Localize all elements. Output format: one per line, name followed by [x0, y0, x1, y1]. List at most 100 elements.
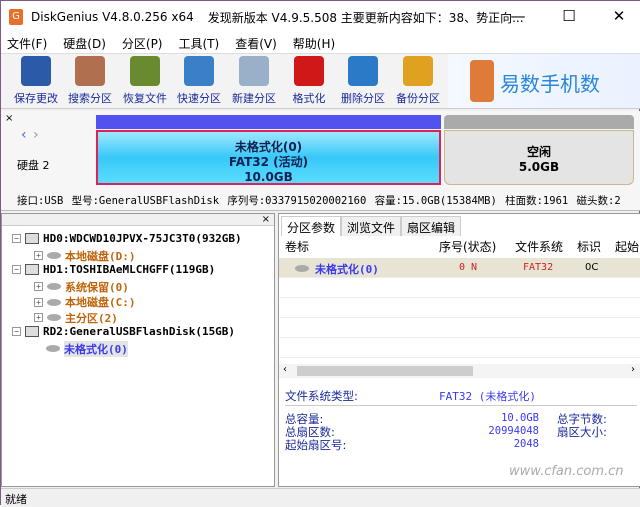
- column-header[interactable]: 序号(状态): [439, 238, 496, 255]
- tree-label: HD0:WDCWD10JPVX-75JC3T0(932GB): [43, 232, 242, 245]
- tab[interactable]: 浏览文件: [341, 216, 402, 236]
- toolbar-button[interactable]: 恢复文件: [118, 56, 172, 106]
- column-header[interactable]: 文件系统: [515, 238, 563, 255]
- partition-name: 未格式化(0): [234, 140, 303, 154]
- collapse-icon[interactable]: −: [12, 265, 21, 274]
- partition-size: 10.0GB: [244, 170, 293, 184]
- close-tree-icon[interactable]: ×: [262, 214, 270, 225]
- disk-tree: × − HD0:WDCWD10JPVX-75JC3T0(932GB) + 本地磁盘(D…: [1, 213, 275, 487]
- expand-icon[interactable]: +: [34, 251, 43, 260]
- close-button[interactable]: ✕: [604, 7, 634, 25]
- disk-label: 硬盘 2: [17, 159, 50, 172]
- tree-header: ×: [2, 214, 274, 226]
- collapse-icon[interactable]: −: [12, 327, 21, 336]
- tree-label: 主分区(2): [65, 311, 118, 325]
- close-panel-icon[interactable]: ×: [5, 113, 13, 124]
- sector-size-label: 扇区大小:: [557, 425, 607, 439]
- toolbar-button[interactable]: 格式化: [282, 56, 336, 106]
- column-header[interactable]: 起始: [615, 238, 639, 255]
- tab[interactable]: 分区参数: [281, 216, 342, 236]
- prev-disk-icon[interactable]: ‹: [21, 127, 27, 143]
- toolbar-label: 格式化: [292, 92, 326, 105]
- volume-icon: [47, 314, 61, 321]
- menu-bar: 文件(F) 硬盘(D) 分区(P) 工具(T) 查看(V) 帮助(H): [1, 33, 640, 53]
- tree-label: 本地磁盘(D:): [65, 249, 136, 263]
- tree-label: 未格式化(0): [64, 340, 128, 357]
- toolbar-label: 恢复文件: [123, 92, 167, 105]
- tree-label: RD2:GeneralUSBFlashDisk(15GB): [43, 325, 236, 338]
- new-partition-icon: [239, 56, 269, 86]
- tree-volume[interactable]: + 系统保留(0): [34, 279, 129, 295]
- toolbar-button[interactable]: 新建分区: [227, 56, 281, 106]
- tree-label: HD1:TOSHIBAeMLCHGFF(119GB): [43, 263, 216, 276]
- next-disk-icon[interactable]: ›: [33, 127, 39, 143]
- backup-icon: [403, 56, 433, 86]
- fs-type-label: 文件系统类型:: [285, 389, 358, 403]
- horizontal-scrollbar[interactable]: ‹ ›: [279, 364, 640, 378]
- tree-volume[interactable]: + 主分区(2): [34, 310, 118, 326]
- cell-id: 0C: [585, 262, 599, 273]
- menu-item[interactable]: 查看(V): [235, 35, 277, 52]
- menu-item[interactable]: 分区(P): [122, 35, 163, 52]
- column-header[interactable]: 标识: [577, 238, 601, 255]
- ad-banner[interactable]: 易数手机数: [448, 54, 640, 108]
- toolbar-label: 备份分区: [396, 92, 440, 105]
- tree-disk[interactable]: − HD1:TOSHIBAeMLCHGFF(119GB): [12, 263, 215, 276]
- banner-text: 易数手机数: [500, 72, 600, 96]
- partition-fs: FAT32 (活动): [228, 155, 309, 169]
- scroll-left-icon[interactable]: ‹: [283, 364, 287, 375]
- toolbar-label: 新建分区: [232, 92, 276, 105]
- collapse-icon[interactable]: −: [12, 234, 21, 243]
- tree-disk[interactable]: − HD0:WDCWD10JPVX-75JC3T0(932GB): [12, 232, 242, 245]
- total-sectors-value: 20994048: [488, 425, 539, 437]
- title-bar: G DiskGenius V4.8.0.256 x64 发现新版本 V4.9.5…: [1, 1, 640, 33]
- disk-info: 接口:USB 型号:GeneralUSBFlashDisk 序列号:033791…: [17, 195, 621, 207]
- toolbar-button[interactable]: 搜索分区: [63, 56, 117, 106]
- menu-item[interactable]: 工具(T): [179, 35, 220, 52]
- status-bar: 就绪: [1, 488, 640, 506]
- volume-icon: [295, 265, 309, 272]
- volume-icon: [47, 252, 61, 259]
- cell-label: 未格式化(0): [315, 263, 379, 276]
- status-text: 就绪: [5, 493, 27, 506]
- tree-disk[interactable]: − RD2:GeneralUSBFlashDisk(15GB): [12, 325, 235, 338]
- disk-map-panel: × ‹ › 硬盘 2 未格式化(0) FAT32 (活动) 10.0GB 空闲 …: [1, 111, 640, 211]
- toolbar-label: 快速分区: [177, 92, 221, 105]
- toolbar-button[interactable]: 快速分区: [172, 56, 226, 106]
- cell-fs: FAT32: [523, 262, 554, 273]
- scroll-right-icon[interactable]: ›: [631, 364, 635, 375]
- minimize-button[interactable]: —: [503, 7, 533, 25]
- format-icon: [294, 56, 324, 86]
- save-icon: [21, 56, 51, 86]
- start-sector-value: 2048: [513, 438, 539, 450]
- toolbar-label: 保存更改: [14, 92, 58, 105]
- tree-volume[interactable]: + 本地磁盘(D:): [34, 248, 136, 264]
- hard-disk-icon: [25, 264, 39, 275]
- delete-icon: [348, 56, 378, 86]
- partition-block-unformatted[interactable]: 未格式化(0) FAT32 (活动) 10.0GB: [96, 130, 441, 185]
- column-header[interactable]: 卷标: [285, 238, 309, 255]
- menu-item[interactable]: 硬盘(D): [63, 35, 106, 52]
- tab[interactable]: 扇区编辑: [401, 216, 462, 236]
- toolbar-button[interactable]: 备份分区: [391, 56, 445, 106]
- recover-icon: [130, 56, 160, 86]
- menu-item[interactable]: 文件(F): [7, 35, 47, 52]
- free-space-block[interactable]: 空闲 5.0GB: [444, 130, 634, 185]
- empty-row: [279, 278, 640, 298]
- table-row[interactable]: 未格式化(0) 0 N FAT32 0C: [279, 258, 640, 278]
- volume-icon: [47, 283, 61, 290]
- expand-icon[interactable]: +: [34, 297, 43, 307]
- empty-row: [279, 298, 640, 318]
- tree-volume[interactable]: + 本地磁盘(C:): [34, 294, 136, 310]
- toolbar-button[interactable]: 删除分区: [336, 56, 390, 106]
- toolbar-label: 删除分区: [341, 92, 385, 105]
- tree-volume[interactable]: 未格式化(0): [46, 340, 128, 357]
- scrollbar-thumb[interactable]: [297, 366, 473, 376]
- volume-icon: [46, 345, 60, 352]
- expand-icon[interactable]: +: [34, 282, 43, 291]
- toolbar-button[interactable]: 保存更改: [9, 56, 63, 106]
- update-notice[interactable]: 发现新版本 V4.9.5.508 主要更新内容如下：38、势正向...: [208, 9, 524, 26]
- expand-icon[interactable]: +: [34, 313, 43, 322]
- menu-item[interactable]: 帮助(H): [293, 35, 335, 52]
- maximize-button[interactable]: ☐: [554, 7, 584, 25]
